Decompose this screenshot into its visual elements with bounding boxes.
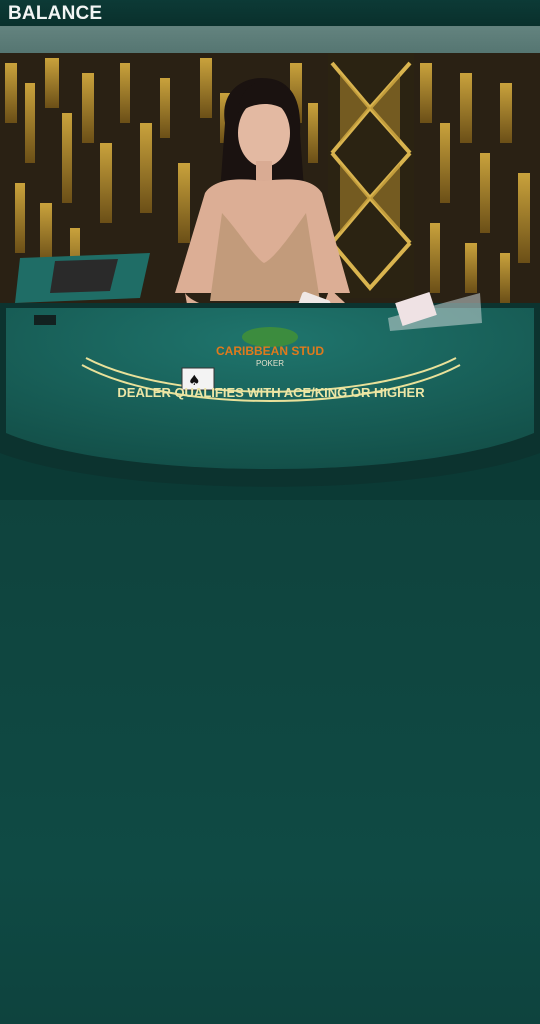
top-bar: BALANCE	[0, 0, 540, 27]
info-bar	[0, 26, 540, 53]
game-controls-area	[0, 500, 540, 1024]
game-logo-subtext: POKER	[256, 359, 284, 368]
game-logo: CARIBBEAN STUD	[216, 344, 324, 358]
live-dealer-video: ♠ CARIBBEAN STUD POKER DEALER QUALIFIES …	[0, 53, 540, 500]
balance-label: BALANCE	[8, 3, 103, 24]
dealer-qualifies-text: DEALER QUALIFIES WITH ACE/KING OR HIGHER	[117, 385, 425, 400]
live-table-scene: ♠ CARIBBEAN STUD POKER DEALER QUALIFIES …	[0, 53, 540, 500]
